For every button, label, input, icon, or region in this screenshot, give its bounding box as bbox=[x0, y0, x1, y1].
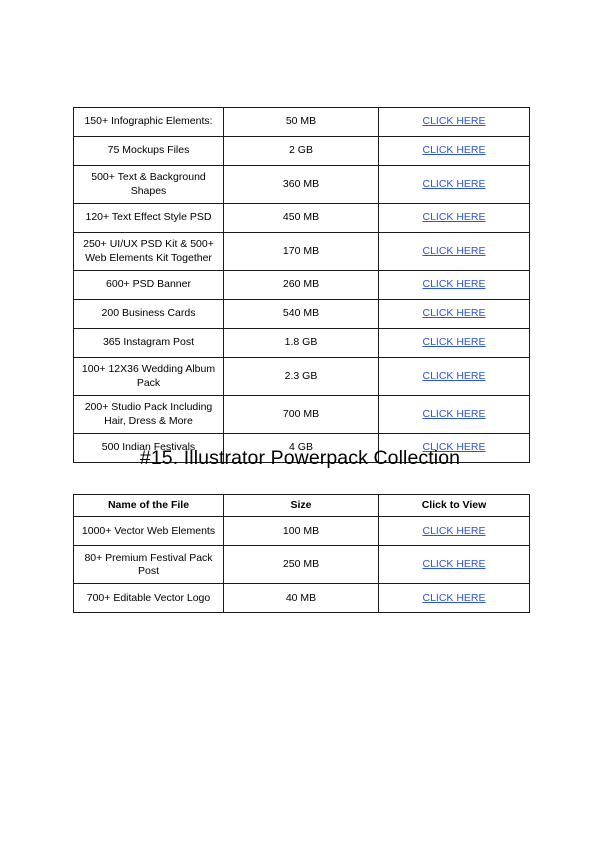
cell-download-link[interactable]: CLICK HERE bbox=[378, 583, 530, 614]
illustrator-powerpack-table: Name of the File Size Click to View 1000… bbox=[73, 493, 530, 614]
cell-file-name: 150+ Infographic Elements: bbox=[73, 107, 224, 137]
click-here-link[interactable]: CLICK HERE bbox=[422, 144, 485, 156]
document-page: 150+ Infographic Elements: 50 MB CLICK HER… bbox=[0, 0, 600, 848]
table-row: 500+ Text & Background Shapes 360 MB CLICK… bbox=[73, 165, 530, 204]
table-two-body: 1000+ Vector Web Elements 100 MB CLICK HER… bbox=[73, 516, 530, 614]
click-here-link[interactable]: CLICK HERE bbox=[422, 408, 485, 420]
table-row: 250+ UI/UX PSD Kit & 500+ Web Elements K… bbox=[73, 232, 530, 271]
cell-file-name: 365 Instagram Post bbox=[73, 328, 224, 358]
click-here-link[interactable]: CLICK HERE bbox=[422, 211, 485, 223]
page-title: #15. Illustrator Powerpack Collection bbox=[139, 447, 461, 469]
table-one-body: 150+ Infographic Elements: 50 MB CLICK HER… bbox=[73, 107, 530, 463]
cell-file-size: 1.8 GB bbox=[223, 328, 379, 358]
table-row: 80+ Premium Festival Pack Post 250 MB CLIC… bbox=[73, 545, 530, 585]
click-here-link[interactable]: CLICK HERE bbox=[422, 115, 485, 127]
cell-download-link[interactable]: CLICK HERE bbox=[378, 545, 530, 585]
cell-file-name: 600+ PSD Banner bbox=[73, 270, 224, 300]
cell-file-size: 100 MB bbox=[223, 516, 379, 547]
cell-file-name: 700+ Editable Vector Logo bbox=[73, 583, 224, 614]
cell-download-link[interactable]: CLICK HERE bbox=[378, 107, 530, 137]
cell-file-name: 75 Mockups Files bbox=[73, 136, 224, 166]
cell-file-name: 200 Business Cards bbox=[73, 299, 224, 329]
cell-file-size: 170 MB bbox=[223, 232, 379, 271]
click-here-link[interactable]: CLICK HERE bbox=[422, 370, 485, 382]
cell-file-size: 700 MB bbox=[223, 395, 379, 434]
click-here-link[interactable]: CLICK HERE bbox=[422, 592, 485, 604]
table-row: 100+ 12X36 Wedding Album Pack 2.3 GB CLICK… bbox=[73, 357, 530, 396]
click-here-link[interactable]: CLICK HERE bbox=[422, 525, 485, 537]
table-header-row: Name of the File Size Click to View bbox=[73, 493, 530, 518]
cell-file-size: 2.3 GB bbox=[223, 357, 379, 396]
cell-download-link[interactable]: CLICK HERE bbox=[378, 203, 530, 233]
table-row: 200+ Studio Pack Including Hair, Dress &… bbox=[73, 395, 530, 434]
cell-download-link[interactable]: CLICK HERE bbox=[378, 395, 530, 434]
cell-file-size: 40 MB bbox=[223, 583, 379, 614]
click-here-link[interactable]: CLICK HERE bbox=[422, 245, 485, 257]
cell-download-link[interactable]: CLICK HERE bbox=[378, 165, 530, 204]
click-here-link[interactable]: CLICK HERE bbox=[422, 307, 485, 319]
cell-file-size: 360 MB bbox=[223, 165, 379, 204]
click-here-link[interactable]: CLICK HERE bbox=[422, 336, 485, 348]
table-row: 1000+ Vector Web Elements 100 MB CLICK HER… bbox=[73, 516, 530, 547]
table-row: 700+ Editable Vector Logo 40 MB CLICK HERE bbox=[73, 583, 530, 614]
cell-file-name: 100+ 12X36 Wedding Album Pack bbox=[73, 357, 224, 396]
click-here-link[interactable]: CLICK HERE bbox=[422, 558, 485, 570]
cell-file-size: 540 MB bbox=[223, 299, 379, 329]
cell-download-link[interactable]: CLICK HERE bbox=[378, 357, 530, 396]
cell-file-name: 200+ Studio Pack Including Hair, Dress &… bbox=[73, 395, 224, 434]
click-here-link[interactable]: CLICK HERE bbox=[422, 178, 485, 190]
cell-download-link[interactable]: CLICK HERE bbox=[378, 270, 530, 300]
cell-download-link[interactable]: CLICK HERE bbox=[378, 516, 530, 547]
cell-download-link[interactable]: CLICK HERE bbox=[378, 136, 530, 166]
table-row: 600+ PSD Banner 260 MB CLICK HERE bbox=[73, 270, 530, 300]
table-row: 200 Business Cards 540 MB CLICK HERE bbox=[73, 299, 530, 329]
cell-file-name: 250+ UI/UX PSD Kit & 500+ Web Elements K… bbox=[73, 232, 224, 271]
cell-file-size: 2 GB bbox=[223, 136, 379, 166]
cell-file-name: 1000+ Vector Web Elements bbox=[73, 516, 224, 547]
column-header-link: Click to View bbox=[378, 493, 530, 518]
click-here-link[interactable]: CLICK HERE bbox=[422, 278, 485, 290]
cell-file-size: 50 MB bbox=[223, 107, 379, 137]
table-row: 150+ Infographic Elements: 50 MB CLICK HER… bbox=[73, 107, 530, 137]
cell-file-name: 120+ Text Effect Style PSD bbox=[73, 203, 224, 233]
table-row: 75 Mockups Files 2 GB CLICK HERE bbox=[73, 136, 530, 166]
table-two-header: Name of the File Size Click to View bbox=[73, 493, 530, 518]
table-row: 365 Instagram Post 1.8 GB CLICK HERE bbox=[73, 328, 530, 358]
cell-file-name: 500+ Text & Background Shapes bbox=[73, 165, 224, 204]
cell-download-link[interactable]: CLICK HERE bbox=[378, 299, 530, 329]
asset-list-table-continued: 150+ Infographic Elements: 50 MB CLICK HER… bbox=[73, 107, 530, 463]
cell-download-link[interactable]: CLICK HERE bbox=[378, 232, 530, 271]
cell-download-link[interactable]: CLICK HERE bbox=[378, 328, 530, 358]
cell-file-name: 80+ Premium Festival Pack Post bbox=[73, 545, 224, 585]
cell-file-size: 260 MB bbox=[223, 270, 379, 300]
table-row: 120+ Text Effect Style PSD 450 MB CLICK HE… bbox=[73, 203, 530, 233]
cell-file-size: 450 MB bbox=[223, 203, 379, 233]
cell-file-size: 250 MB bbox=[223, 545, 379, 585]
column-header-file-name: Name of the File bbox=[73, 493, 224, 518]
column-header-size: Size bbox=[223, 493, 379, 518]
